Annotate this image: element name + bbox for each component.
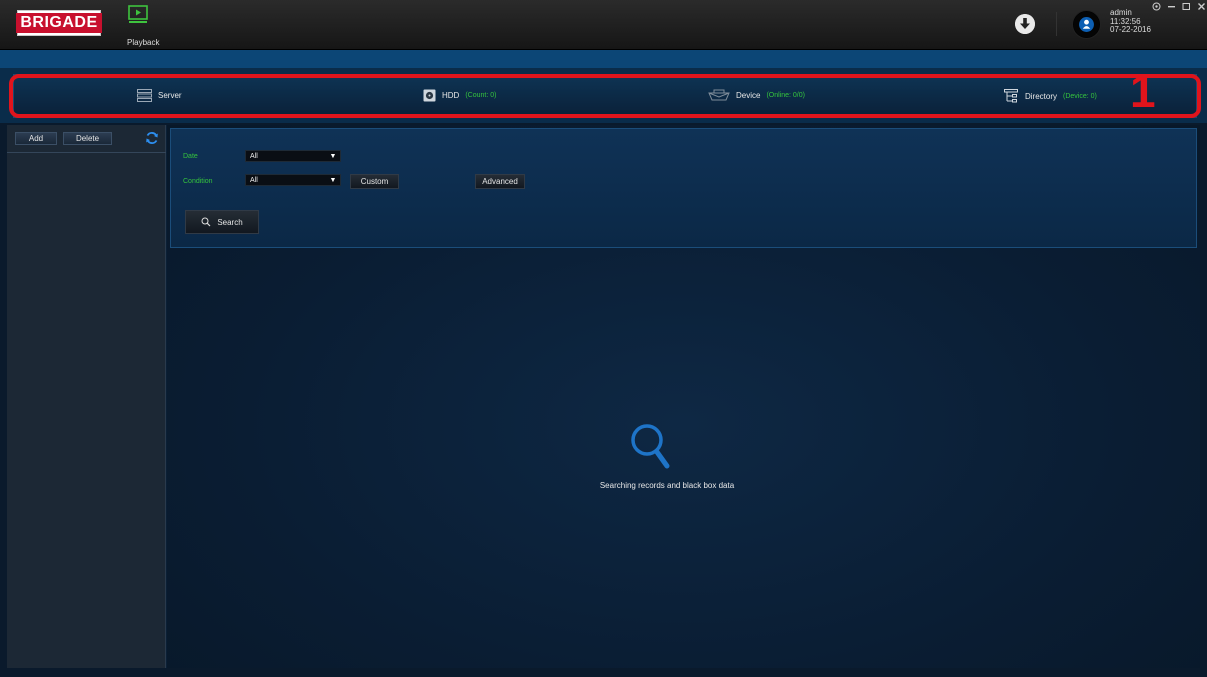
refresh-icon[interactable] <box>145 131 159 145</box>
download-icon[interactable] <box>1015 14 1035 34</box>
search-icon <box>201 217 211 227</box>
add-button[interactable]: Add <box>15 132 57 145</box>
condition-label: Condition <box>183 178 213 185</box>
custom-button[interactable]: Custom <box>350 174 399 189</box>
maximize-icon[interactable] <box>1182 2 1191 11</box>
date-select-value: All <box>250 153 258 160</box>
user-avatar-icon[interactable] <box>1072 10 1101 39</box>
empty-state-message: Searching records and black box data <box>599 481 735 490</box>
toolbar-divider <box>1056 12 1057 36</box>
playback-module-button[interactable]: Playback <box>124 4 184 48</box>
search-filter-panel: Date All ▼ Condition All ▼ Custom Advanc… <box>170 128 1197 248</box>
advanced-button[interactable]: Advanced <box>475 174 525 189</box>
brand-logo-text: BRIGADE <box>16 13 102 33</box>
search-empty-state-icon <box>631 424 670 469</box>
minimize-icon[interactable] <box>1167 2 1176 11</box>
search-button[interactable]: Search <box>185 210 259 234</box>
playback-icon <box>128 5 148 23</box>
condition-select-value: All <box>250 177 258 184</box>
chevron-down-icon: ▼ <box>329 153 337 160</box>
date-label: Date <box>183 153 198 160</box>
current-date: 07-22-2016 <box>1110 25 1151 34</box>
search-content-area: Date All ▼ Condition All ▼ Custom Advanc… <box>167 125 1200 668</box>
device-list-panel: Add Delete <box>7 125 166 668</box>
annotation-highlight-box <box>9 74 1201 118</box>
user-info: admin 11:32:56 07-22-2016 <box>1110 8 1151 35</box>
device-list-toolbar: Add Delete <box>7 125 166 153</box>
condition-select[interactable]: All ▼ <box>245 174 341 186</box>
annotation-callout-number: 1 <box>1130 65 1156 117</box>
date-select[interactable]: All ▼ <box>245 150 341 162</box>
brand-logo: BRIGADE <box>16 10 102 36</box>
top-bar: BRIGADE Playback admin 11:32:56 07-22-20… <box>0 0 1207 50</box>
window-controls <box>1152 2 1206 11</box>
delete-button[interactable]: Delete <box>63 132 112 145</box>
playback-label: Playback <box>127 38 160 47</box>
close-icon[interactable] <box>1197 2 1206 11</box>
search-button-label: Search <box>217 217 243 227</box>
settings-icon[interactable] <box>1152 2 1161 11</box>
chevron-down-icon: ▼ <box>329 177 337 184</box>
